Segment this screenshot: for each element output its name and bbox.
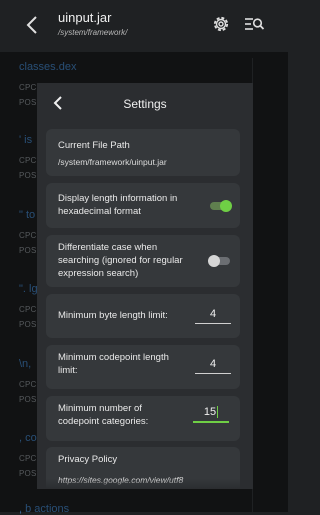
min-byte-input[interactable]: 4 (195, 305, 231, 324)
title-block: uinput.jar /system/framework/ (58, 10, 127, 37)
find-list-icon[interactable] (243, 14, 265, 34)
case-sensitive-card[interactable]: Differentiate case when searching (ignor… (46, 235, 240, 287)
hex-format-card[interactable]: Display length information in hexadecima… (46, 183, 240, 228)
settings-header: Settings (37, 83, 253, 123)
min-categories-value: 15 (203, 406, 217, 418)
privacy-policy-label: Privacy Policy (58, 454, 118, 465)
gear-icon[interactable] (211, 14, 231, 34)
case-sensitive-label: Differentiate case when searching (ignor… (58, 242, 183, 279)
app-bar: uinput.jar /system/framework/ (0, 0, 288, 52)
min-categories-label: Minimum number of codepoint categories: (58, 403, 149, 427)
hex-format-label: Display length information in hexadecima… (58, 193, 178, 217)
min-categories-input[interactable]: 15 (193, 403, 229, 423)
file-path-value: /system/framework/uinput.jar (58, 157, 167, 167)
settings-dialog: Settings Current File Path /system/frame… (37, 83, 253, 489)
min-byte-label: Minimum byte length limit: (58, 310, 168, 321)
min-byte-card: Minimum byte length limit: 4 (46, 294, 240, 338)
min-codepoint-input[interactable]: 4 (195, 355, 231, 374)
settings-title: Settings (123, 97, 167, 111)
file-title: uinput.jar (58, 10, 112, 25)
back-arrow-icon[interactable] (22, 14, 44, 36)
min-codepoint-card: Minimum codepoint length limit: 4 (46, 345, 240, 389)
back-arrow-icon[interactable] (50, 95, 66, 111)
file-subtitle: /system/framework/ (58, 28, 128, 37)
case-sensitive-toggle[interactable] (208, 255, 232, 267)
text-cursor (217, 406, 219, 419)
min-categories-card: Minimum number of codepoint categories: … (46, 396, 240, 441)
hex-format-toggle[interactable] (208, 200, 232, 212)
file-path-card[interactable]: Current File Path /system/framework/uinp… (46, 129, 240, 176)
min-codepoint-label: Minimum codepoint length limit: (58, 352, 169, 376)
file-path-label: Current File Path (58, 140, 130, 151)
